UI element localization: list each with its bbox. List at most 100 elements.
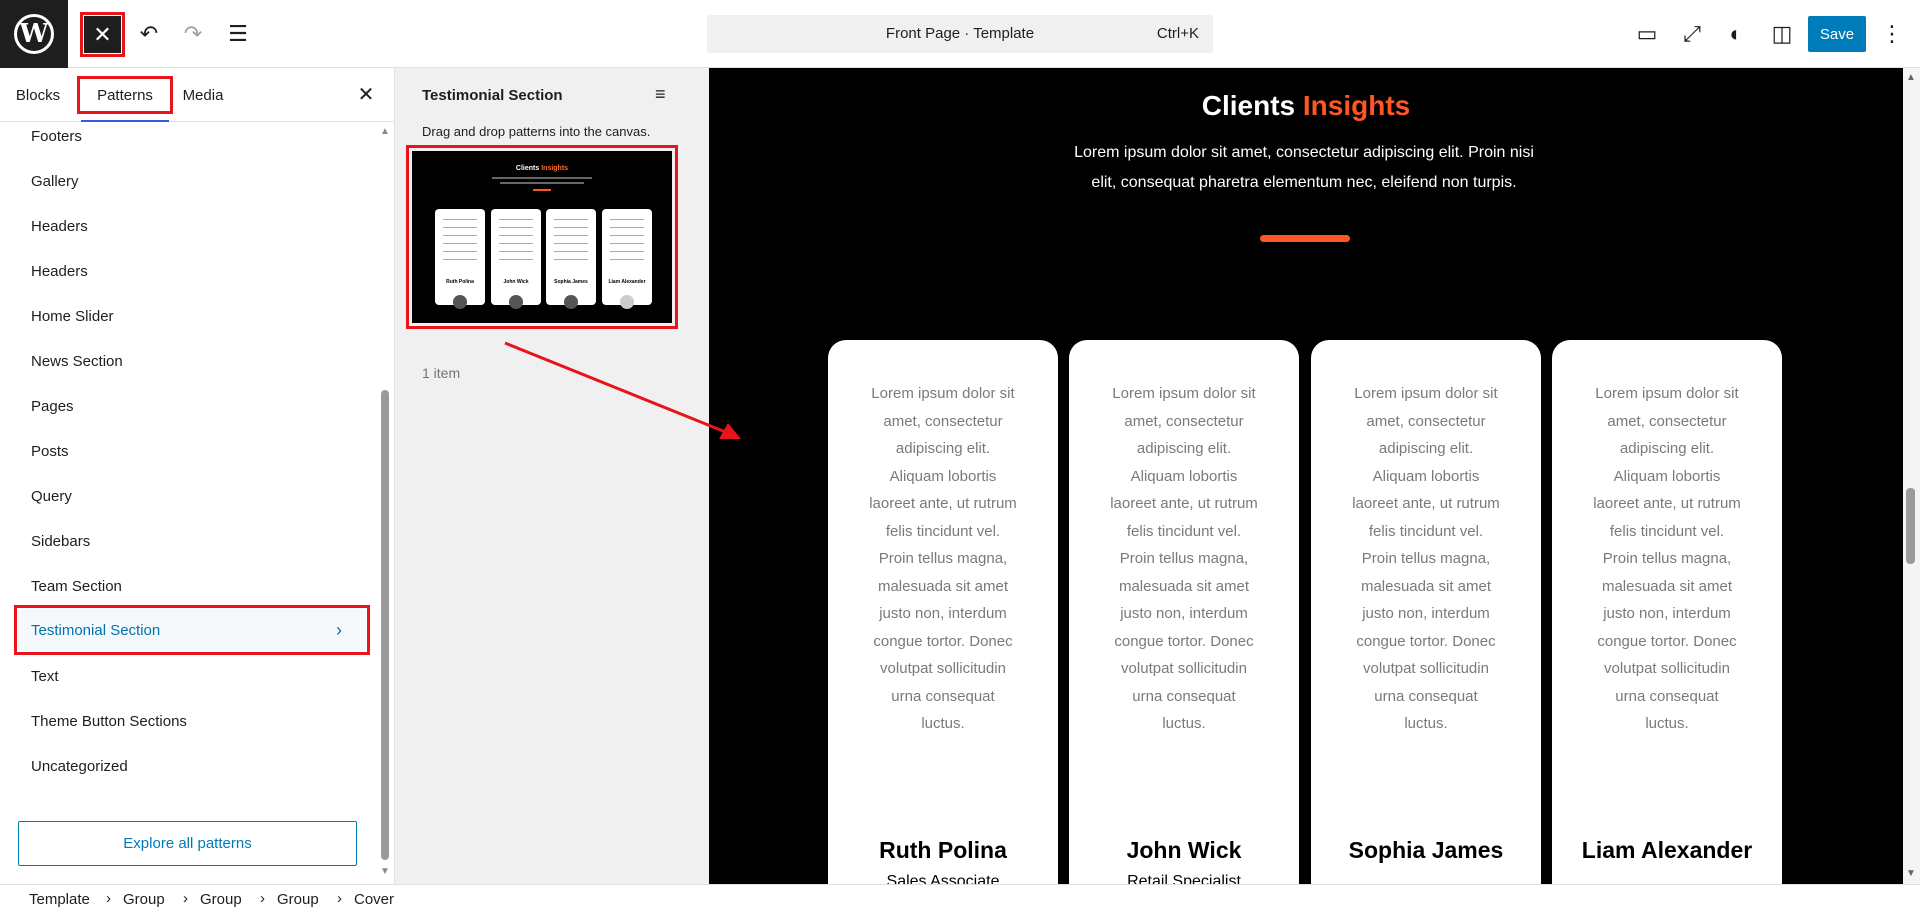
canvas-scrollbar-thumb[interactable] [1906, 488, 1915, 564]
close-panel-button[interactable]: ✕ [352, 80, 380, 108]
filter-button[interactable]: ≡ [655, 84, 666, 105]
drag-drop-hint: Drag and drop patterns into the canvas. [422, 124, 651, 139]
category-item-team-section[interactable]: Team Section [31, 574, 122, 598]
tab-media[interactable]: Media [174, 80, 232, 110]
block-breadcrumb: Template › Group › Group › Group › Cover [0, 884, 1920, 912]
avatar [620, 295, 634, 309]
category-item-home-slider[interactable]: Home Slider [31, 304, 114, 328]
breadcrumb-separator: › [260, 890, 265, 907]
device-preview-button[interactable]: ▭ [1631, 18, 1663, 50]
avatar [509, 295, 523, 309]
section-subtitle[interactable]: Lorem ipsum dolor sit amet, consectetur … [1064, 138, 1544, 198]
testimonial-quote: Lorem ipsum dolor sit amet, consectetur … [869, 385, 1017, 732]
category-item-theme-button-sections[interactable]: Theme Button Sections [31, 709, 187, 733]
thumb-accent-bar [533, 189, 551, 191]
testimonial-quote: Lorem ipsum dolor sit amet, consectetur … [1593, 385, 1741, 732]
category-item-headers-2[interactable]: Headers [31, 259, 88, 283]
testimonial-card[interactable]: Lorem ipsum dolor sit amet, consectetur … [1552, 340, 1782, 884]
keyboard-shortcut: Ctrl+K [1156, 25, 1199, 42]
testimonial-quote: Lorem ipsum dolor sit amet, consectetur … [1352, 385, 1500, 732]
category-item-testimonial-section[interactable]: Testimonial Section › [14, 605, 370, 655]
breadcrumb-separator: › [183, 890, 188, 907]
undo-button[interactable]: ↶ [133, 18, 165, 50]
options-button[interactable]: ⋮ [1876, 18, 1908, 50]
editor-canvas[interactable]: Clients Insights Lorem ipsum dolor sit a… [709, 68, 1903, 884]
category-item-pages[interactable]: Pages [31, 394, 74, 418]
sidebar-icon: ◫ [1771, 21, 1793, 46]
scroll-up-arrow[interactable]: ▲ [379, 126, 391, 137]
redo-button[interactable]: ↷ [177, 18, 209, 50]
canvas-scrollbar[interactable] [1903, 68, 1920, 884]
inserter-tabs: Blocks Patterns Media ✕ [0, 68, 394, 122]
breadcrumb-separator: › [337, 890, 342, 907]
filter-icon: ≡ [655, 84, 666, 104]
category-item-headers[interactable]: Headers [31, 214, 88, 238]
category-scrollbar-thumb[interactable] [381, 390, 389, 860]
contrast-icon: ◐ [1729, 21, 1743, 46]
testimonial-pattern-thumbnail[interactable]: Clients Insights Ruth Polina John Wick S… [406, 145, 678, 329]
thumb-title-b: Insights [541, 165, 569, 172]
testimonial-name: Liam Alexander [1581, 837, 1753, 863]
breadcrumb-group[interactable]: Group [277, 891, 319, 908]
category-item-news-section[interactable]: News Section [31, 349, 123, 373]
category-item-gallery[interactable]: Gallery [31, 169, 79, 193]
thumb-title-a: Clients [515, 165, 540, 172]
tab-blocks[interactable]: Blocks [8, 80, 68, 110]
category-item-text[interactable]: Text [31, 664, 59, 688]
breadcrumb-group[interactable]: Group [200, 891, 242, 908]
styles-button[interactable]: ◐ [1720, 18, 1752, 50]
testimonial-name: John Wick [1126, 837, 1242, 863]
zoom-out-button[interactable]: ⤢ [1676, 18, 1708, 50]
editor-header: W ✕ ↶ ↷ ☰ Front Page · Template Ctrl+K ▭… [0, 0, 1920, 68]
canvas-scroll-down-arrow[interactable]: ▼ [1904, 868, 1918, 879]
pattern-category-preview-panel: Testimonial Section ≡ Drag and drop patt… [395, 68, 709, 884]
category-item-footers[interactable]: Footers [31, 124, 82, 148]
redo-icon: ↷ [183, 21, 203, 46]
command-palette-button[interactable]: Front Page · Template Ctrl+K [707, 15, 1213, 53]
close-inserter-button[interactable]: ✕ [80, 12, 125, 57]
testimonial-card[interactable]: Lorem ipsum dolor sit amet, consectetur … [828, 340, 1058, 884]
breadcrumb-template[interactable]: Template [29, 891, 90, 908]
avatar [453, 295, 467, 309]
close-icon: ✕ [357, 83, 375, 106]
testimonial-role: Retail Specialist [1127, 873, 1241, 884]
breadcrumb-cover[interactable]: Cover [354, 891, 394, 908]
accent-divider [1260, 235, 1350, 242]
more-vertical-icon: ⋮ [1881, 21, 1903, 46]
close-icon: ✕ [93, 21, 112, 47]
save-button[interactable]: Save [1808, 16, 1866, 52]
category-item-query[interactable]: Query [31, 484, 72, 508]
block-inserter-panel: Blocks Patterns Media ✕ Footers Gallery … [0, 68, 395, 884]
scroll-down-arrow[interactable]: ▼ [379, 866, 391, 877]
chevron-right-icon: › [336, 619, 342, 640]
wordpress-logo-button[interactable]: W [0, 0, 68, 68]
document-title: Front Page · Template [885, 25, 1035, 42]
testimonial-quote: Lorem ipsum dolor sit amet, consectetur … [1110, 385, 1258, 732]
testimonial-card[interactable]: Lorem ipsum dolor sit amet, consectetur … [1311, 340, 1541, 884]
breadcrumb-group[interactable]: Group [123, 891, 165, 908]
category-item-uncategorized[interactable]: Uncategorized [31, 754, 128, 778]
wordpress-icon: W [14, 14, 54, 54]
list-view-icon: ☰ [228, 21, 248, 46]
thumb-card: Ruth Polina [435, 209, 485, 309]
canvas-scroll-up-arrow[interactable]: ▲ [1904, 72, 1918, 83]
testimonial-name: Sophia James [1348, 837, 1504, 863]
settings-button[interactable]: ◫ [1766, 18, 1798, 50]
thumb-text-line [492, 177, 592, 179]
thumb-card: Sophia James [546, 209, 596, 309]
document-overview-button[interactable]: ☰ [222, 18, 254, 50]
breadcrumb-separator: › [106, 890, 111, 907]
thumb-card: Liam Alexander [602, 209, 652, 309]
pattern-count: 1 item [422, 365, 461, 381]
category-item-posts[interactable]: Posts [31, 439, 69, 463]
tab-patterns[interactable]: Patterns [77, 76, 173, 122]
fullscreen-icon: ⤢ [1683, 21, 1701, 46]
testimonial-card[interactable]: Lorem ipsum dolor sit amet, consectetur … [1069, 340, 1299, 884]
section-heading[interactable]: Clients Insights [709, 90, 1903, 122]
category-item-sidebars[interactable]: Sidebars [31, 529, 90, 553]
heading-part-b: Insights [1302, 90, 1411, 121]
explore-all-patterns-button[interactable]: Explore all patterns [18, 821, 357, 866]
thumb-text-line [500, 182, 584, 184]
avatar [564, 295, 578, 309]
thumb-title: Clients Insights [412, 165, 672, 172]
